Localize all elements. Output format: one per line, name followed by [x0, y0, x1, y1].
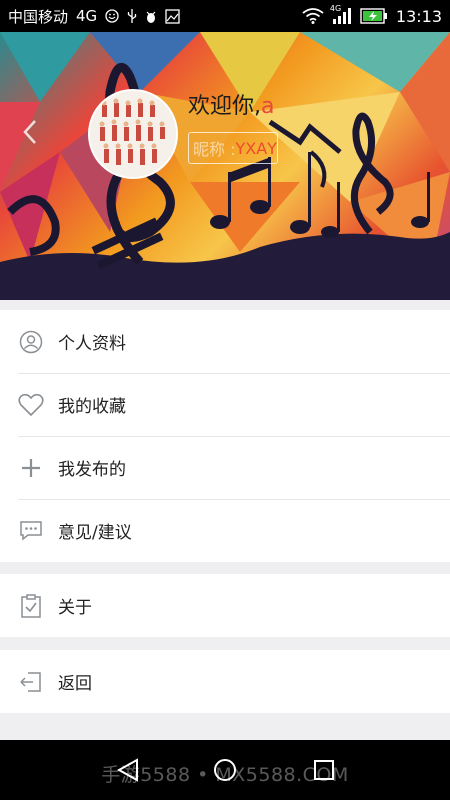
avatar[interactable]	[88, 89, 178, 179]
menu-label-feedback: 意见/建议	[58, 523, 132, 543]
welcome-text: 欢迎你,a	[188, 88, 274, 120]
menu-label-favorites: 我的收藏	[58, 397, 126, 417]
cell-signal-icon: 4G	[330, 4, 352, 24]
chat-bubble-icon	[18, 518, 44, 544]
heart-icon	[18, 392, 44, 418]
menu-group-main: 个人资料 我的收藏 我发布的 意见/建议	[0, 310, 450, 562]
menu-group-about: 关于	[0, 574, 450, 637]
welcome-prefix: 欢迎你,	[188, 94, 261, 119]
menu-label-my-posts: 我发布的	[58, 460, 126, 480]
nickname-label: 昵称 :	[193, 140, 236, 159]
back-chevron-icon[interactable]	[18, 118, 42, 146]
username: a	[261, 94, 275, 119]
face-icon	[105, 9, 119, 23]
menu-group-exit: 返回	[0, 650, 450, 713]
watermark-text: 手游5588 • MX5588.COM	[101, 764, 349, 786]
wifi-icon	[302, 8, 324, 24]
system-nav-bar: 手游5588 • MX5588.COM	[0, 740, 450, 800]
status-clock: 13:13	[395, 6, 442, 26]
menu-item-about[interactable]: 关于	[0, 574, 450, 637]
carrier-name: 中国移动	[8, 7, 69, 26]
exit-icon	[18, 669, 44, 695]
nickname-field[interactable]: 昵称 : ΥΧΑΥ	[188, 132, 278, 164]
menu-item-favorites[interactable]: 我的收藏	[0, 373, 450, 436]
menu-item-return[interactable]: 返回	[0, 650, 450, 713]
network-type: 4G	[76, 7, 98, 25]
network-type-small: 4G	[329, 4, 342, 13]
user-circle-icon	[18, 329, 44, 355]
usb-icon	[127, 8, 137, 24]
profile-banner: 欢迎你,a 昵称 : ΥΧΑΥ	[0, 32, 450, 300]
status-bar: 中国移动 4G 4G 13:13	[0, 0, 450, 32]
menu-label-about: 关于	[58, 598, 92, 618]
music-notes-background	[0, 32, 450, 300]
image-icon	[165, 8, 180, 24]
menu-item-profile[interactable]: 个人资料	[0, 310, 450, 373]
clipboard-check-icon	[18, 593, 44, 619]
menu-label-profile: 个人资料	[58, 334, 126, 354]
menu-item-feedback[interactable]: 意见/建议	[0, 499, 450, 562]
menu-label-return: 返回	[58, 674, 92, 694]
debug-bug-icon	[145, 9, 157, 24]
battery-charging-icon	[360, 8, 388, 24]
plus-icon	[18, 455, 44, 481]
nickname-value: ΥΧΑΥ	[235, 138, 277, 158]
menu-item-my-posts[interactable]: 我发布的	[0, 436, 450, 499]
